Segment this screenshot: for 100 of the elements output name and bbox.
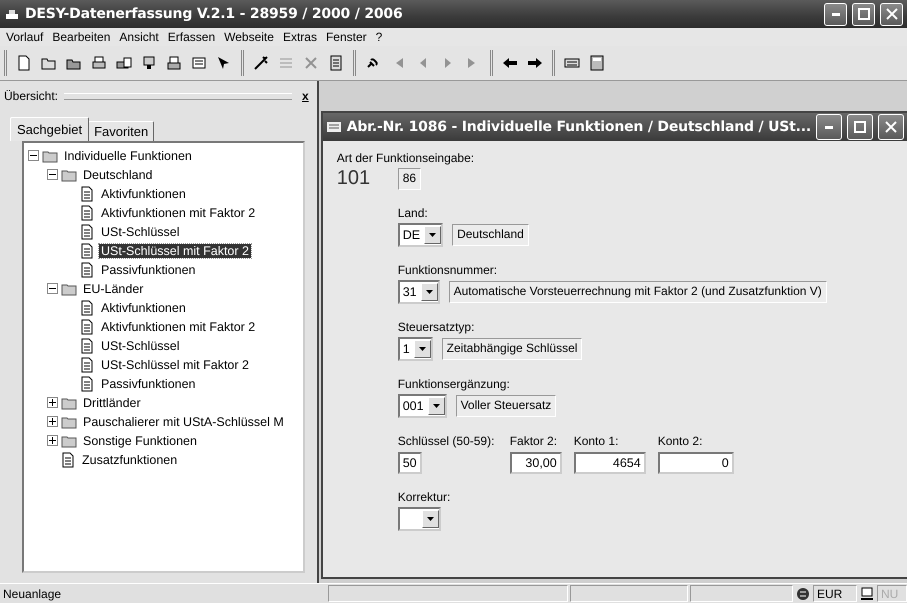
tree-item[interactable]: Individuelle Funktionen (62, 148, 194, 162)
document-icon (79, 242, 95, 258)
dropdown[interactable]: 31 (398, 280, 440, 304)
page-icon (16, 55, 32, 71)
menu-item[interactable]: Fenster (326, 30, 367, 44)
tree-item[interactable]: Aktivfunktionen mit Faktor 2 (99, 206, 258, 220)
document-icon (79, 300, 95, 316)
expand-icon[interactable] (47, 435, 58, 446)
tab[interactable]: Sachgebiet (10, 117, 90, 141)
calculator-icon (589, 55, 605, 71)
currency-indicator: EUR (813, 585, 857, 602)
field-label: Konto 1: (574, 434, 620, 448)
menu-item[interactable]: Extras (282, 30, 317, 44)
document-icon (79, 356, 95, 372)
minimize-button[interactable] (816, 114, 842, 140)
tree-item[interactable]: USt-Schlüssel mit Faktor 2 (99, 244, 251, 258)
collapse-icon[interactable] (28, 150, 39, 161)
field-label: Funktionsnummer: (398, 263, 498, 277)
maximize-icon (858, 8, 870, 20)
close-button[interactable] (880, 2, 903, 26)
description-field: Zeitabhängige Schlüssel (442, 338, 582, 360)
menu-item[interactable]: Ansicht (119, 30, 159, 44)
description-field: Automatische Vorsteuerrechnung mit Faktor 2 (und Zusatzfunktion V) (448, 281, 827, 303)
input-field[interactable]: 50 (398, 452, 422, 474)
field-label: Schlüssel (50-59): (398, 434, 496, 448)
caret-icon (426, 290, 433, 294)
menu-item[interactable]: Vorlauf (6, 30, 44, 44)
close-button[interactable]: x (298, 89, 313, 103)
tree-item[interactable]: Deutschland (81, 168, 154, 182)
dropdown[interactable]: DE (398, 223, 444, 247)
tree-item[interactable]: Drittländer (81, 396, 143, 410)
field-label: Konto 2: (658, 434, 704, 448)
document-icon (79, 262, 95, 278)
field-label: Funktionsergänzung: (398, 377, 511, 391)
field-label: Faktor 2: (510, 434, 558, 448)
caret-icon (418, 347, 426, 351)
minimize-button[interactable] (824, 2, 847, 26)
tree-item[interactable]: Aktivfunktionen (99, 300, 188, 314)
close-button[interactable] (878, 114, 904, 140)
wand-icon (253, 55, 269, 71)
document-icon (79, 224, 95, 240)
input-field[interactable]: 0 (658, 452, 734, 474)
document-icon (328, 55, 344, 71)
tree-item[interactable]: USt-Schlüssel (99, 224, 182, 238)
back-arrow-icon (502, 55, 518, 71)
document-icon (60, 452, 76, 468)
tree-item[interactable]: Passivfunktionen (99, 376, 198, 390)
menu-item[interactable]: ? (376, 30, 382, 44)
menu-item[interactable]: Erfassen (168, 30, 216, 44)
dropdown[interactable]: 001 (398, 394, 447, 418)
forward-arrow-icon (527, 55, 543, 71)
collapse-icon[interactable] (47, 283, 58, 294)
tree-item[interactable]: Aktivfunktionen mit Faktor 2 (99, 320, 258, 334)
expand-icon[interactable] (47, 416, 58, 427)
description-field: Deutschland (452, 224, 529, 246)
tab[interactable]: Favoriten (88, 121, 154, 141)
minimize-icon (832, 12, 840, 16)
field-label: Steuersatztyp: (398, 320, 476, 334)
entry-type-code: 101 (336, 167, 372, 190)
expand-icon[interactable] (47, 397, 58, 408)
menu-item[interactable]: Bearbeiten (52, 30, 110, 44)
input-field[interactable]: 4654 (574, 452, 646, 474)
description-field: Voller Steuersatz (456, 395, 556, 417)
close-icon (885, 121, 897, 133)
tree-item[interactable]: Passivfunktionen (99, 262, 198, 276)
tree-item[interactable]: EU-Länder (81, 282, 146, 296)
caret-icon (426, 517, 434, 521)
collapse-icon[interactable] (47, 169, 58, 180)
form-icon (191, 55, 207, 71)
tree-item[interactable]: Pauschalierer mit UStA-Schlüssel M (81, 414, 286, 428)
document-icon (79, 186, 95, 202)
document-icon (79, 204, 95, 220)
menu-item[interactable]: Webseite (224, 30, 274, 44)
tree-item[interactable]: USt-Schlüssel (99, 338, 182, 352)
maximize-button[interactable] (847, 114, 873, 140)
document-icon (79, 318, 95, 334)
minimize-icon (825, 126, 833, 128)
maximize-button[interactable] (852, 2, 875, 26)
form-icon (326, 119, 342, 135)
tree-item[interactable]: Sonstige Funktionen (81, 434, 199, 448)
tree-item[interactable]: Aktivfunktionen (99, 186, 188, 200)
document-icon (79, 338, 95, 354)
field-label: Art der Funktionseingabe: (336, 151, 476, 165)
maximize-icon (854, 121, 866, 133)
dropdown[interactable]: 1 (398, 337, 433, 361)
close-icon (886, 8, 898, 20)
tree-item[interactable]: USt-Schlüssel mit Faktor 2 (99, 358, 251, 372)
field-label: Land: (398, 206, 429, 220)
window-title: Abr.-Nr. 1086 - Individuelle Funktionen / Deutschland / USt... (346, 119, 811, 135)
window-title: DESY-Datenerfassung V.2.1 - 28959 / 2000 / 2006 (25, 6, 404, 22)
input-field[interactable]: 30,00 (510, 452, 562, 474)
caret-icon (429, 233, 436, 237)
document-icon (79, 376, 95, 392)
field-label: Korrektur: (398, 490, 452, 504)
tree-item[interactable]: Zusatzfunktionen (80, 452, 180, 466)
status-message: Neuanlage (2, 586, 62, 601)
dropdown[interactable] (398, 507, 441, 531)
entry-type-value: 86 (398, 168, 422, 190)
monitor-icon (141, 55, 157, 71)
caret-icon (432, 404, 440, 408)
